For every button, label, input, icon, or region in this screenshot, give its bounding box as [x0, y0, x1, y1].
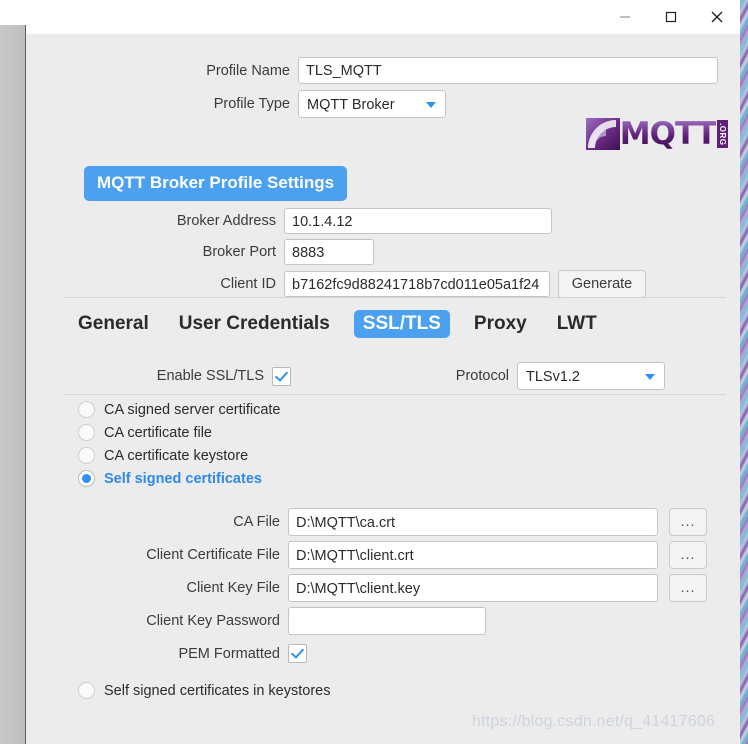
- mqtt-broker-profile-settings-button[interactable]: MQTT Broker Profile Settings: [84, 166, 348, 201]
- protocol-value: TLSv1.2: [526, 369, 580, 385]
- maximize-icon[interactable]: [648, 0, 694, 34]
- left-background-strip: [0, 25, 26, 744]
- radio-label: Self signed certificates: [104, 470, 262, 487]
- protocol-select[interactable]: TLSv1.2: [517, 362, 665, 390]
- broker-profile-settings-button-wrap: MQTT Broker Profile Settings: [84, 166, 348, 201]
- certificate-mode-radiogroup: CA signed server certificate CA certific…: [78, 401, 281, 487]
- generate-client-id-button[interactable]: Generate: [558, 270, 646, 298]
- mqtt-org-logo: MQTT .ORG: [585, 116, 728, 152]
- client-certificate-file-input[interactable]: D:\MQTT\client.crt: [288, 541, 658, 569]
- profile-type-select[interactable]: MQTT Broker: [298, 90, 446, 118]
- ca-file-label: CA File: [233, 514, 280, 530]
- tab-ssl-tls[interactable]: SSL/TLS: [353, 310, 450, 338]
- client-key-password-input[interactable]: [288, 607, 486, 635]
- tab-lwt[interactable]: LWT: [551, 310, 603, 338]
- radio-label: CA signed server certificate: [104, 401, 281, 418]
- close-icon[interactable]: [694, 0, 740, 34]
- profile-type-label: Profile Type: [213, 96, 290, 112]
- client-key-password-label: Client Key Password: [146, 613, 280, 629]
- enable-ssl-checkbox[interactable]: [272, 366, 291, 386]
- broker-port-input[interactable]: 8883: [284, 239, 374, 265]
- radio-ca-signed-server-certificate[interactable]: CA signed server certificate: [78, 401, 281, 418]
- profile-editor-window: Profile Name TLS_MQTT Profile Type MQTT …: [26, 0, 740, 744]
- client-id-label: Client ID: [220, 276, 276, 292]
- client-id-input[interactable]: b7162fc9d88241718b7cd011e05a1f24: [284, 271, 550, 297]
- profile-name-row: Profile Name TLS_MQTT: [26, 57, 740, 84]
- tab-proxy[interactable]: Proxy: [468, 310, 533, 338]
- profile-name-label: Profile Name: [206, 62, 290, 79]
- separator-above-tabs: [64, 297, 726, 298]
- radio-ca-certificate-keystore[interactable]: CA certificate keystore: [78, 447, 281, 464]
- separator-below-enable-ssl: [64, 394, 726, 395]
- tab-user-credentials[interactable]: User Credentials: [173, 310, 336, 338]
- mqtt-org-suffix: .ORG: [717, 120, 728, 148]
- ca-file-row: CA File D:\MQTT\ca.crt ...: [26, 508, 740, 536]
- mqtt-wave-icon: [585, 118, 620, 150]
- profile-type-row: Profile Type MQTT Broker: [26, 90, 740, 118]
- dialog-body: Profile Name TLS_MQTT Profile Type MQTT …: [26, 34, 740, 744]
- client-certificate-file-row: Client Certificate File D:\MQTT\client.c…: [26, 541, 740, 569]
- enable-ssl-row: Enable SSL/TLS Protocol TLSv1.2: [26, 362, 740, 390]
- radio-icon: [78, 401, 95, 418]
- radio-self-signed-in-keystores[interactable]: Self signed certificates in keystores: [78, 682, 330, 699]
- mqtt-wordmark: MQTT: [619, 116, 717, 152]
- radio-icon: [78, 447, 95, 464]
- ca-file-input[interactable]: D:\MQTT\ca.crt: [288, 508, 658, 536]
- profile-type-value: MQTT Broker: [307, 97, 395, 113]
- settings-tabs: General User Credentials SSL/TLS Proxy L…: [72, 310, 603, 338]
- client-certificate-file-label: Client Certificate File: [146, 547, 280, 563]
- client-key-file-row: Client Key File D:\MQTT\client.key ...: [26, 574, 740, 602]
- radio-label: Self signed certificates in keystores: [104, 682, 331, 699]
- radio-label: CA certificate keystore: [104, 447, 249, 464]
- window-titlebar: [26, 0, 740, 34]
- broker-address-label: Broker Address: [176, 213, 276, 229]
- ca-file-browse-button[interactable]: ...: [669, 508, 707, 536]
- pem-formatted-row: PEM Formatted: [26, 644, 740, 663]
- broker-port-row: Broker Port 8883: [26, 239, 740, 265]
- pem-formatted-checkbox[interactable]: [288, 644, 307, 663]
- client-key-file-input[interactable]: D:\MQTT\client.key: [288, 574, 658, 602]
- client-key-password-row: Client Key Password: [26, 607, 740, 635]
- pem-formatted-label: PEM Formatted: [178, 645, 280, 662]
- client-certificate-browse-button[interactable]: ...: [669, 541, 707, 569]
- broker-port-label: Broker Port: [202, 244, 276, 260]
- radio-self-signed-certificates[interactable]: Self signed certificates: [78, 470, 281, 487]
- radio-icon: [78, 424, 95, 441]
- minimize-icon[interactable]: [602, 0, 648, 34]
- radio-icon-selected: [78, 470, 95, 487]
- client-key-file-label: Client Key File: [186, 580, 280, 596]
- radio-icon: [78, 682, 95, 699]
- enable-ssl-label: Enable SSL/TLS: [156, 368, 264, 384]
- profile-name-input[interactable]: TLS_MQTT: [298, 57, 718, 84]
- chevron-down-icon: [645, 374, 655, 380]
- broker-address-row: Broker Address 10.1.4.12: [26, 208, 740, 234]
- client-key-browse-button[interactable]: ...: [669, 574, 707, 602]
- client-id-row: Client ID b7162fc9d88241718b7cd011e05a1f…: [26, 270, 740, 298]
- radio-ca-certificate-file[interactable]: CA certificate file: [78, 424, 281, 441]
- tab-general[interactable]: General: [72, 310, 155, 338]
- protocol-label: Protocol: [455, 368, 509, 384]
- broker-address-input[interactable]: 10.1.4.12: [284, 208, 552, 234]
- chevron-down-icon: [426, 102, 436, 108]
- radio-label: CA certificate file: [104, 424, 212, 441]
